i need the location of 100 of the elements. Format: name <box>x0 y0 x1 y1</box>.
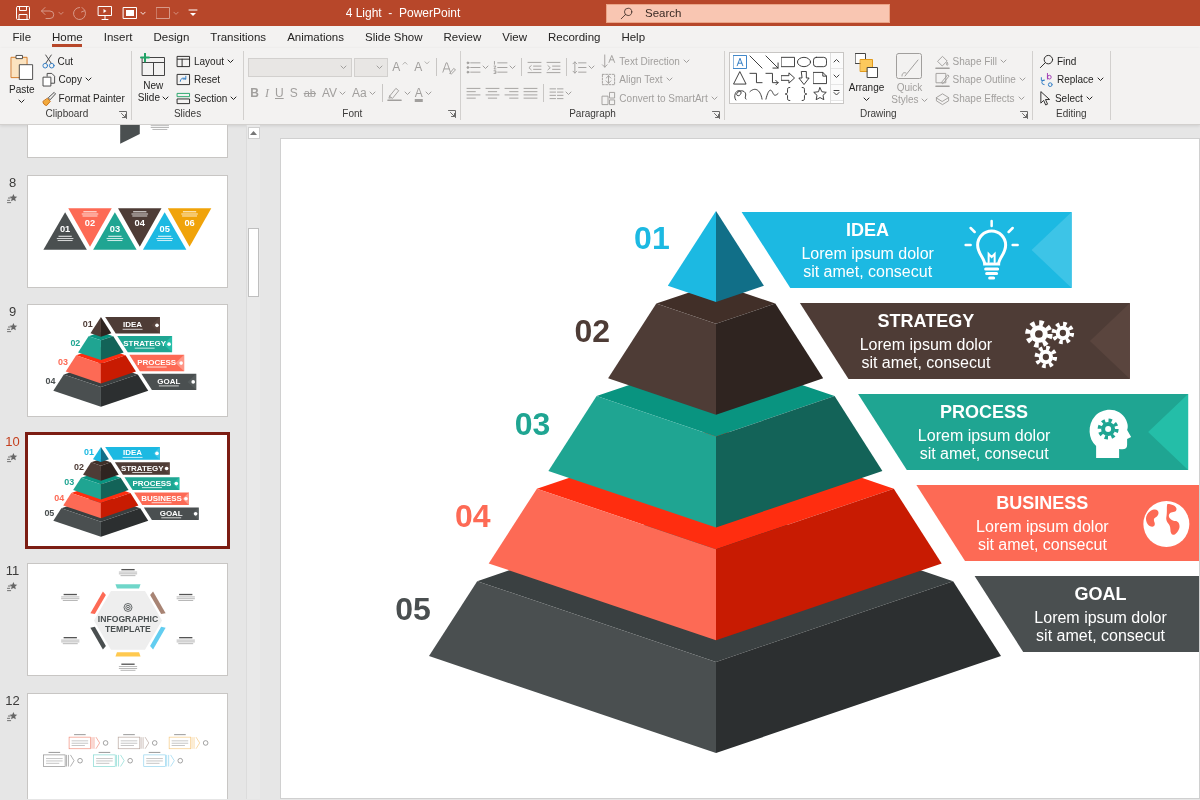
caret-icon <box>58 10 64 16</box>
ribbon-tab[interactable]: Help <box>610 26 656 48</box>
triangle-icon[interactable] <box>732 71 747 85</box>
layout-icon <box>175 54 191 68</box>
caret-icon <box>140 10 146 16</box>
search-field[interactable]: Search <box>606 3 890 23</box>
ribbon-tab[interactable]: Recording <box>537 26 611 48</box>
dot-icon <box>155 323 159 328</box>
globe-icon <box>1143 501 1190 547</box>
arc-icon[interactable] <box>748 87 763 101</box>
ribbon-tab[interactable]: Transitions <box>199 26 277 48</box>
step-number: 03 <box>58 356 68 367</box>
banner-text: Lorem ipsum dolor sit amet, consecut <box>858 336 994 372</box>
save-icon[interactable] <box>15 5 31 21</box>
step-number: 01 <box>634 222 670 255</box>
ribbon-tab[interactable]: View <box>491 26 538 48</box>
cursor-icon <box>1038 90 1052 106</box>
format-painter-button[interactable]: Format Painter <box>39 89 127 108</box>
oval-icon[interactable] <box>796 55 811 69</box>
star-icon[interactable] <box>812 87 827 101</box>
down-arrow-icon[interactable] <box>796 71 811 85</box>
diagram-title: INFOGRAPHIC TEMPLATE <box>97 614 159 634</box>
step-number: 01 <box>59 223 71 234</box>
step-number: 04 <box>54 492 65 503</box>
paste-button[interactable]: Paste <box>7 51 37 104</box>
step-number: 03 <box>109 223 121 234</box>
gears-icon <box>1025 320 1075 369</box>
step-number: 04 <box>134 217 145 228</box>
dot-icon <box>191 380 196 384</box>
presentation-icon[interactable] <box>97 5 113 21</box>
ribbon-tab[interactable]: Review <box>433 26 492 48</box>
rectangle-icon[interactable] <box>780 55 795 69</box>
more-icon <box>833 89 841 96</box>
folded-corner-icon[interactable] <box>812 71 827 85</box>
right-arrow-icon[interactable] <box>780 71 795 85</box>
step-number: 04 <box>455 500 491 533</box>
select-button[interactable]: Select <box>1036 89 1106 108</box>
dialog-launcher-icon[interactable] <box>1019 110 1028 119</box>
copy-button[interactable]: Copy <box>39 70 127 89</box>
star-icon <box>7 581 18 592</box>
scissors-icon <box>41 53 55 69</box>
curve-icon[interactable] <box>764 87 779 101</box>
elbow-arrow-icon[interactable] <box>764 71 779 85</box>
banner-text: Lorem ipsum dolor sit amet, consecut <box>800 245 935 281</box>
new-slide-icon <box>140 53 167 77</box>
shape-effects-icon <box>934 90 950 106</box>
line-icon[interactable] <box>748 55 763 69</box>
caret-icon <box>340 64 348 70</box>
caret-icon <box>565 90 573 96</box>
step-number: 04 <box>45 376 56 387</box>
new-slide-button[interactable]: New Slide <box>135 51 171 104</box>
layout-button[interactable]: Layout <box>173 52 240 71</box>
text-lines-drawing <box>150 125 169 130</box>
dot-icon <box>164 466 169 470</box>
scribble-icon[interactable] <box>732 87 747 101</box>
smartart-icon <box>601 90 617 106</box>
rounded-rectangle-icon[interactable] <box>812 55 827 69</box>
step-number: 01 <box>84 446 94 457</box>
dialog-launcher-icon[interactable] <box>118 110 127 119</box>
slide-number: 8 <box>8 175 17 190</box>
elbow-connector-icon[interactable] <box>748 71 763 85</box>
slide-number: 10 <box>5 434 20 449</box>
search-icon <box>1038 53 1054 69</box>
dot-icon <box>174 481 179 485</box>
caret-icon <box>376 64 384 70</box>
banner-title: STRATEGY <box>123 339 166 349</box>
shape-outline-icon <box>934 72 950 88</box>
customize-icon[interactable] <box>188 9 198 17</box>
ribbon-tab[interactable]: File <box>2 26 42 48</box>
target-icon <box>123 603 133 612</box>
window-icon[interactable] <box>122 6 138 20</box>
caret-icon <box>403 90 411 96</box>
caret-icon <box>509 64 517 70</box>
gallery-down-button[interactable] <box>830 69 843 85</box>
ribbon-tab[interactable]: Design <box>143 26 200 48</box>
head-gear-icon <box>1089 409 1132 458</box>
scroll-up-button[interactable] <box>247 127 260 139</box>
caret-up-icon <box>250 131 257 135</box>
scrollbar-thumb[interactable] <box>248 228 259 297</box>
section-button[interactable]: Section <box>173 89 240 108</box>
text-box-icon[interactable] <box>732 55 747 69</box>
text-lines-drawing <box>176 637 195 645</box>
gallery-more-button[interactable] <box>830 85 843 101</box>
banner-title: STRATEGY <box>120 463 164 472</box>
arrange-button[interactable]: Arrange <box>846 51 887 102</box>
banner-title: GOAL <box>157 376 181 386</box>
group-label: Paragraph <box>569 108 616 120</box>
ribbon-tab[interactable]: Slide Show <box>354 26 434 48</box>
cut-button[interactable]: Cut <box>39 52 127 71</box>
ribbon-tab[interactable]: Insert <box>93 26 143 48</box>
find-button[interactable]: Find <box>1036 52 1106 71</box>
gallery-up-button[interactable] <box>830 53 843 69</box>
banner-text: Lorem ipsum dolor sit amet, consecut <box>975 518 1110 554</box>
replace-button[interactable]: Replace <box>1036 70 1106 89</box>
banner-title: BUSINESS <box>995 492 1090 514</box>
step-number: 05 <box>159 223 170 234</box>
arrow-line-icon[interactable] <box>764 55 779 69</box>
reset-button[interactable]: Reset <box>173 70 240 89</box>
ribbon-tab[interactable]: Animations <box>276 26 355 48</box>
step-number: 02 <box>84 217 96 228</box>
